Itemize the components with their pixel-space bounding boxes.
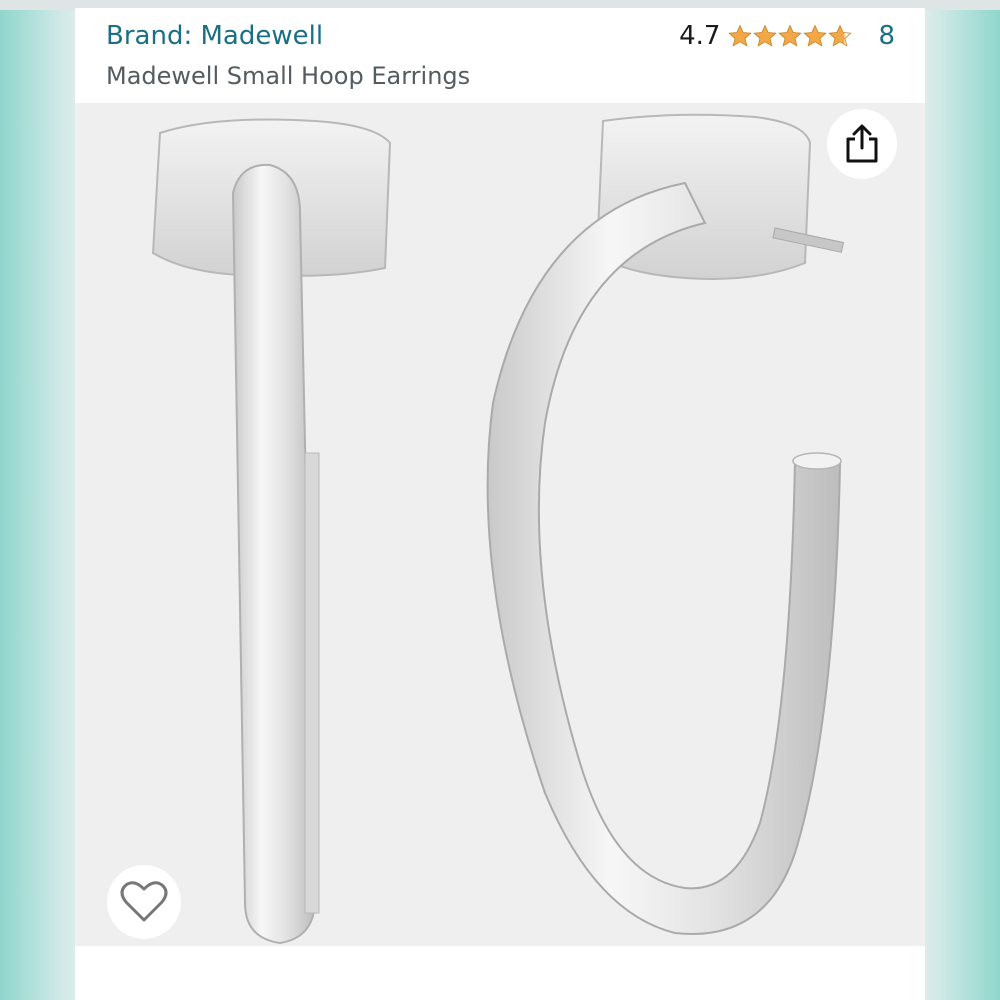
product-card: Brand: Madewell Madewell Small Hoop Earr… xyxy=(75,8,925,1000)
product-title: Madewell Small Hoop Earrings xyxy=(106,62,471,90)
product-image[interactable] xyxy=(75,103,925,946)
brand-link[interactable]: Brand: Madewell xyxy=(106,21,323,51)
heart-icon xyxy=(120,881,168,922)
stars-icon xyxy=(729,25,852,47)
share-icon xyxy=(846,124,878,163)
rating-value: 4.7 xyxy=(679,21,721,51)
rating-summary[interactable]: 4.7 8 xyxy=(679,21,895,51)
star-rating xyxy=(728,23,858,49)
share-button[interactable] xyxy=(827,109,897,179)
earrings-image xyxy=(151,113,845,945)
rating-count[interactable]: 8 xyxy=(878,21,895,51)
wishlist-button[interactable] xyxy=(107,865,181,939)
